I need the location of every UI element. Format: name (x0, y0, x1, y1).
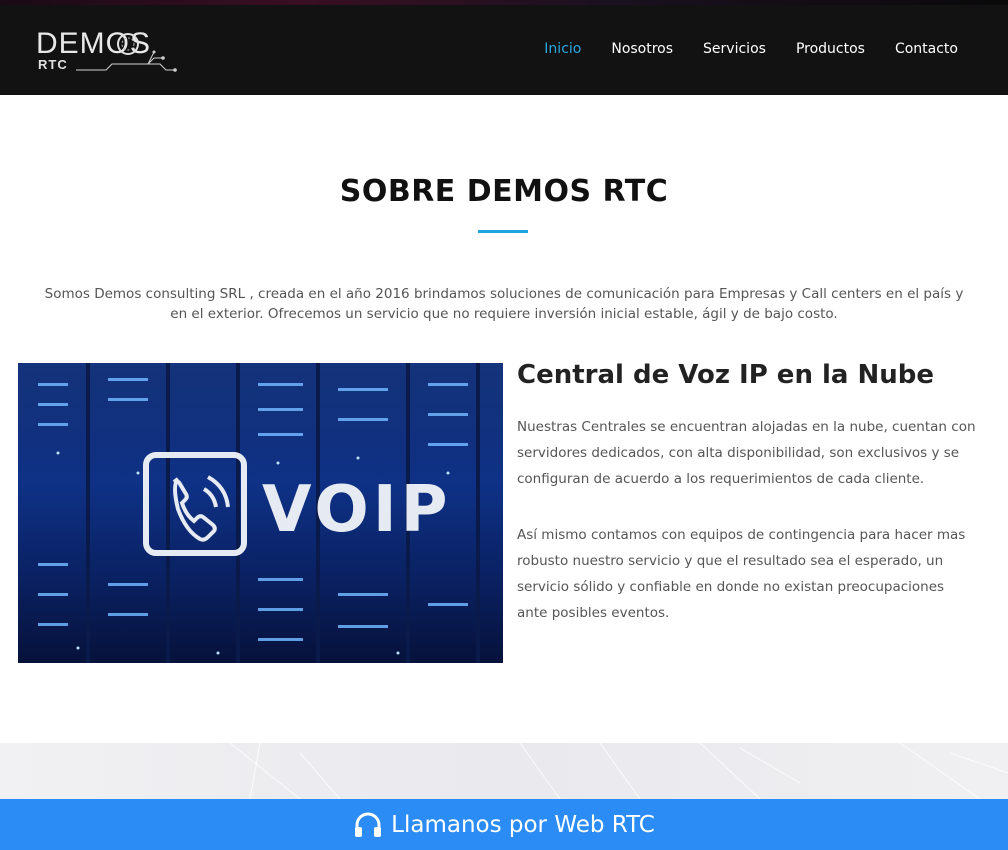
feature-paragraph-2: Así mismo contamos con equipos de contin… (517, 527, 966, 621)
nav-item-contacto[interactable]: Contacto (895, 41, 958, 57)
title-underline (478, 230, 528, 233)
server-rack-illustration: VOIP (18, 363, 503, 663)
logo-circuit-icon (76, 33, 177, 72)
decorative-band (0, 743, 1008, 799)
nav-item-servicios[interactable]: Servicios (703, 41, 766, 57)
logo[interactable]: DEMOS RTC (36, 27, 181, 77)
cta-label: Llamanos por Web RTC (391, 811, 655, 838)
voip-label: VOIP (262, 473, 452, 547)
network-pattern (229, 743, 1008, 799)
section-title: SOBRE DEMOS RTC (339, 174, 669, 209)
nav-item-productos[interactable]: Productos (796, 41, 865, 57)
feature-heading: Central de Voz IP en la Nube (517, 360, 935, 390)
headphones-icon (355, 812, 382, 837)
voip-image: VOIP (18, 363, 503, 663)
nav-item-nosotros[interactable]: Nosotros (611, 41, 673, 57)
about-intro: Somos Demos consulting SRL , creada en e… (44, 286, 964, 322)
nav-item-inicio[interactable]: Inicio (544, 41, 581, 57)
feature-paragraph-1: Nuestras Centrales se encuentran alojada… (517, 419, 976, 487)
navbar: DEMOS RTC Inicio Nosotros Servicios Prod… (0, 5, 1008, 95)
main-nav: Inicio Nosotros Servicios Productos Cont… (544, 41, 958, 57)
call-webrtc-button[interactable]: Llamanos por Web RTC (0, 799, 1008, 850)
